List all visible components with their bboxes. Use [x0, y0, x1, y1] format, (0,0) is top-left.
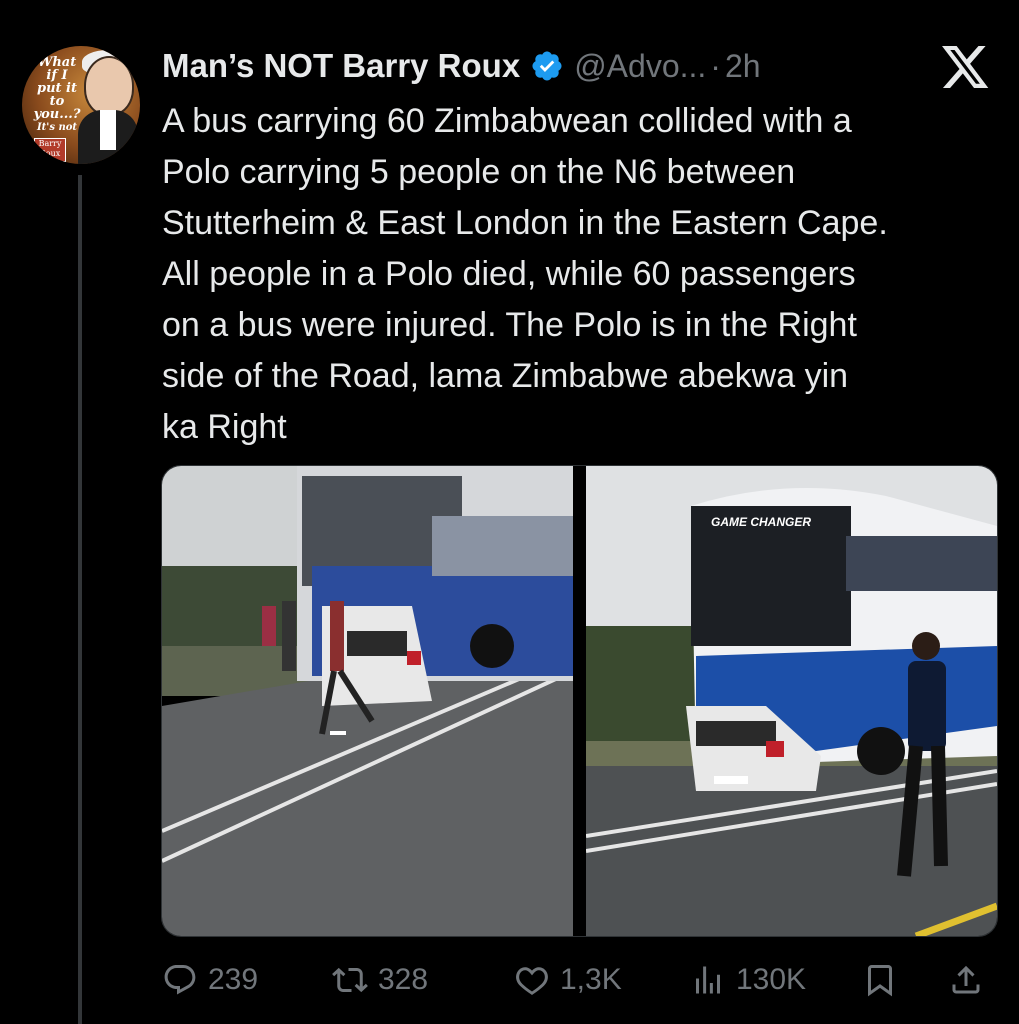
avatar-sign: Barry Roux	[34, 138, 66, 162]
tweet-line: All people in a Polo died, while 60 pass…	[162, 255, 856, 293]
tweet-line: side of the Road, lama Zimbabwe abekwa y…	[162, 357, 849, 395]
tweet-line: Polo carrying 5 people on the N6 between	[162, 153, 796, 191]
retweet-button[interactable]: 328	[332, 955, 428, 1005]
reply-icon	[164, 965, 196, 995]
thread-line	[78, 175, 82, 1024]
like-button[interactable]: 1,3K	[514, 955, 622, 1005]
like-count: 1,3K	[560, 963, 622, 996]
media-grid: GAME CHANGER	[161, 465, 998, 937]
heart-icon	[516, 967, 548, 995]
accident-photo-2[interactable]: GAME CHANGER	[586, 466, 997, 936]
reply-count: 239	[208, 963, 259, 996]
tweet-header: Man’s NOT Barry Roux @Advo... · 2h	[162, 44, 761, 88]
accident-photo-1[interactable]	[162, 466, 573, 936]
views-icon	[696, 966, 720, 994]
view-count: 130K	[736, 963, 807, 996]
avatar-caption: What if I put it to you...? It's not	[33, 55, 81, 133]
tweet-line: A bus carrying 60 Zimbabwean collided wi…	[162, 102, 852, 140]
bookmark-icon	[868, 965, 892, 997]
share-icon	[952, 965, 980, 994]
time-separator: ·	[710, 47, 721, 84]
share-button[interactable]	[948, 955, 984, 1005]
x-logo-icon[interactable]	[942, 46, 990, 90]
post-time[interactable]: 2h	[725, 48, 761, 85]
action-bar: 239 328 1,3K 130K	[162, 955, 992, 1005]
retweet-icon	[332, 967, 368, 993]
author-name[interactable]: Man’s NOT Barry Roux	[162, 47, 520, 85]
bookmark-button[interactable]	[862, 955, 898, 1005]
avatar[interactable]: What if I put it to you...? It's not Bar…	[22, 46, 140, 164]
tweet-line: on a bus were injured. The Polo is in th…	[162, 306, 857, 344]
reply-button[interactable]: 239	[162, 955, 258, 1005]
tweet-text: A bus carrying 60 Zimbabwean collided wi…	[162, 96, 1002, 453]
tweet-line: ka Right	[162, 408, 287, 446]
tweet-line: Stutterheim & East London in the Eastern…	[162, 204, 888, 242]
retweet-count: 328	[378, 963, 429, 996]
author-handle[interactable]: @Advo...	[574, 48, 706, 85]
views-button[interactable]: 130K	[690, 955, 806, 1005]
bus-label: GAME CHANGER	[711, 515, 811, 529]
verified-badge-icon	[532, 51, 562, 81]
